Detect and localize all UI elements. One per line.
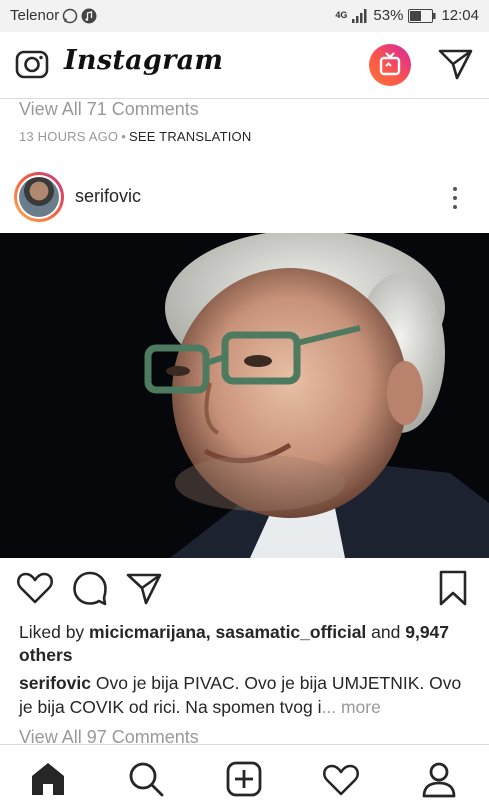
profile-icon: [422, 762, 456, 798]
network-type: 4G: [335, 10, 348, 20]
music-icon: [81, 8, 97, 23]
liker-username[interactable]: sasamatic_official: [216, 622, 367, 642]
home-icon: [32, 763, 64, 795]
post-photo[interactable]: [0, 233, 489, 558]
igtv-icon: [379, 52, 401, 76]
post-header: serifovic: [0, 166, 489, 228]
clock: 12:04: [441, 7, 479, 24]
likes-and: and: [366, 622, 406, 642]
post-options-button[interactable]: [445, 184, 465, 212]
avatar-image: [19, 177, 59, 217]
avatar: [17, 175, 61, 219]
nav-home[interactable]: [28, 759, 68, 799]
save-button[interactable]: [433, 568, 473, 608]
carrier-name: Telenor: [10, 7, 60, 24]
activity-icon: [322, 764, 360, 796]
view-all-comments-link[interactable]: View All 71 Comments: [19, 99, 199, 120]
see-translation-link[interactable]: SEE TRANSLATION: [129, 129, 251, 144]
direct-message-button[interactable]: [436, 46, 474, 82]
bottom-nav: [0, 744, 489, 812]
post-caption: serifovic Ovo je bija PIVAC. Ovo je bija…: [19, 671, 474, 719]
avatar-story-ring[interactable]: [14, 172, 64, 222]
likes-prefix: Liked by: [19, 622, 90, 642]
bookmark-icon: [439, 570, 467, 606]
igtv-button[interactable]: [369, 44, 411, 86]
caption-username[interactable]: serifovic: [19, 673, 91, 693]
liker-username[interactable]: micicmarijana: [89, 622, 206, 642]
camera-icon: [15, 50, 49, 79]
direct-message-icon: [438, 49, 473, 80]
post-time: 13 HOURS AGO: [19, 129, 119, 144]
comment-button[interactable]: [70, 568, 110, 608]
heart-icon: [16, 572, 54, 604]
whatsapp-icon: [62, 8, 78, 23]
app-header: Instagram: [0, 32, 489, 99]
status-bar: Telenor 4G 53% 12:04: [0, 0, 489, 32]
nav-add-post[interactable]: [224, 759, 264, 799]
signal-icon: [352, 8, 367, 23]
nav-activity[interactable]: [321, 759, 361, 799]
post-meta: 13 HOURS AGO • SEE TRANSLATION: [19, 129, 251, 144]
nav-profile[interactable]: [419, 759, 459, 799]
post-username[interactable]: serifovic: [75, 186, 141, 207]
share-button[interactable]: [124, 568, 164, 608]
battery-icon: [408, 8, 436, 23]
comment-icon: [73, 571, 107, 606]
likes-summary[interactable]: Liked by micicmarijana, sasamatic_offici…: [19, 621, 474, 667]
post-actions: [0, 568, 489, 612]
battery-percent: 53%: [373, 7, 404, 24]
likes-separator: ,: [205, 622, 216, 642]
share-icon: [126, 573, 162, 605]
instagram-logo: Instagram: [64, 45, 224, 76]
more-options-icon: [445, 187, 465, 209]
caption-more-link[interactable]: ... more: [322, 697, 381, 717]
like-button[interactable]: [15, 568, 55, 608]
camera-button[interactable]: [14, 46, 50, 82]
search-icon: [129, 762, 164, 797]
portrait-image: [0, 233, 489, 558]
meta-separator: •: [121, 129, 126, 144]
nav-search[interactable]: [126, 759, 166, 799]
add-post-icon: [226, 761, 262, 797]
